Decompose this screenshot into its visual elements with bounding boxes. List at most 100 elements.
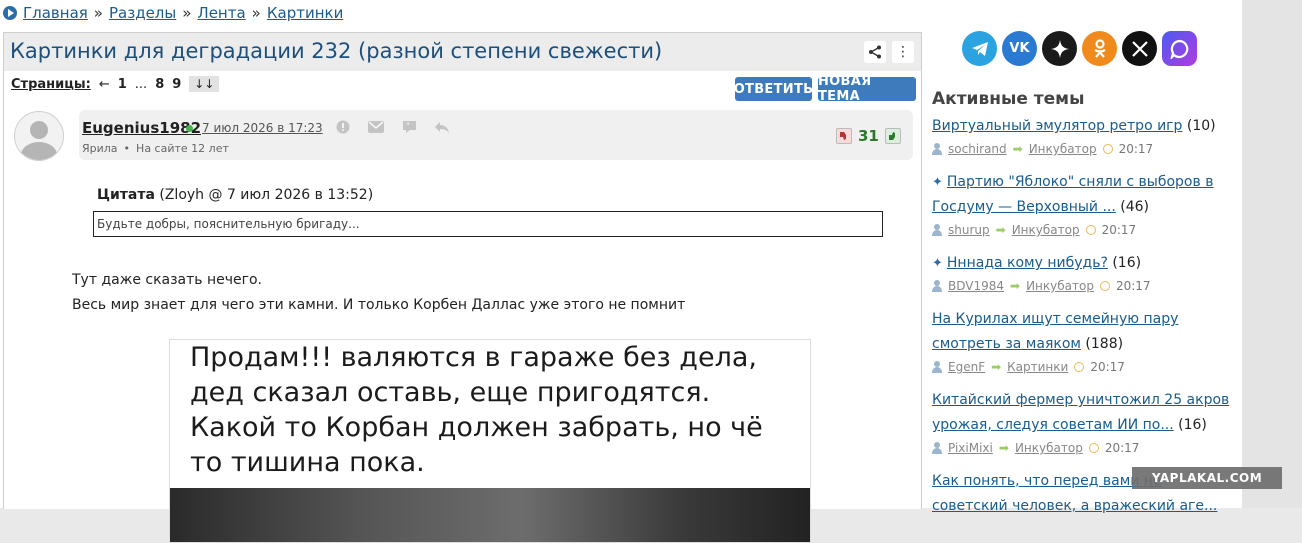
vote-down-button[interactable]: [836, 128, 852, 144]
breadcrumb-feed[interactable]: Лента: [197, 4, 245, 22]
share-icon: [869, 45, 881, 59]
active-topic-link[interactable]: Виртуальный эмулятор ретро игр: [932, 118, 1182, 134]
topic-time: 20:17: [1115, 279, 1151, 293]
clock-icon: [1102, 144, 1113, 154]
more-menu-button[interactable]: ⋮: [892, 41, 914, 63]
pin-icon: ✦: [932, 175, 943, 190]
topic-section[interactable]: Картинки: [1007, 360, 1068, 374]
active-topic: На Курилах ищут семейную пару смотреть з…: [932, 307, 1232, 357]
message-icon[interactable]: [368, 119, 384, 135]
user-icon: [932, 361, 942, 373]
breadcrumb-separator: »: [93, 4, 103, 22]
active-topic: Виртуальный эмулятор ретро игр (10): [932, 114, 1232, 139]
breadcrumb-pictures[interactable]: Картинки: [267, 4, 343, 22]
active-topic-meta: PixiMixi ➡ Инкубатор 20:17: [932, 441, 1139, 455]
author-meta: Ярила • На сайте 12 лет: [82, 142, 229, 155]
pagination-page-8[interactable]: 8: [155, 77, 164, 92]
user-icon: [932, 442, 942, 454]
topic-time: 20:17: [1104, 441, 1140, 455]
active-topic: Китайский фермер уничтожил 25 акров урож…: [932, 388, 1232, 438]
reply-button[interactable]: ОТВЕТИТЬ: [734, 77, 813, 101]
breadcrumb-home[interactable]: Главная: [23, 4, 88, 22]
topic-author[interactable]: shurup: [948, 223, 990, 237]
active-topic-count: (10): [1186, 118, 1216, 134]
jump-to-end-button[interactable]: ↓↓: [189, 76, 220, 92]
topic-time: 20:17: [1101, 223, 1137, 237]
author-rank: Ярила: [82, 142, 118, 155]
topic-author[interactable]: BDV1984: [948, 279, 1004, 293]
thumbs-down-icon: [840, 132, 846, 140]
user-icon: [932, 224, 942, 236]
quote-icon[interactable]: ": [401, 119, 417, 135]
breadcrumb-separator: »: [251, 4, 261, 22]
post-rating: 31: [836, 127, 901, 145]
author-tenure: На сайте 12 лет: [136, 142, 229, 155]
image-photo-area: [170, 488, 810, 542]
arrow-right-icon: ➡: [998, 441, 1009, 455]
topic-section[interactable]: Инкубатор: [1012, 223, 1080, 237]
topic-header: Картинки для деградации 232 (разной степ…: [4, 33, 921, 71]
post-date[interactable]: 7 июл 2026 в 17:23: [202, 121, 323, 135]
pagination-label: Страницы:: [11, 76, 91, 92]
active-topic-link[interactable]: Партию "Яблоко" сняли с выборов в Госдум…: [932, 174, 1213, 215]
right-gutter: [1242, 0, 1302, 508]
active-topic-meta: EgenF ➡ Картинки 20:17: [932, 360, 1125, 374]
active-topic: ✦ Партию "Яблоко" сняли с выборов в Госду…: [932, 170, 1232, 220]
post-text-line: Весь мир знает для чего эти камни. И тол…: [72, 297, 686, 313]
clock-icon: [1085, 225, 1096, 235]
online-status-icon: [186, 125, 193, 132]
report-icon[interactable]: [335, 119, 351, 135]
active-topic-link[interactable]: Нннада кому нибудь?: [947, 255, 1108, 271]
topic-author[interactable]: sochirand: [948, 142, 1007, 156]
sidebar: VK Активные темы Виртуальный эмулятор ре…: [928, 0, 1242, 514]
topic-time: 20:17: [1118, 142, 1154, 156]
meta-separator: •: [123, 142, 131, 155]
play-circle-icon: [3, 6, 17, 20]
site-watermark: YAPLAKAL.COM: [1132, 467, 1282, 489]
post-image[interactable]: Продам!!! валяются в гараже без дела, де…: [169, 339, 811, 543]
topic-container: Картинки для деградации 232 (разной степ…: [3, 32, 922, 543]
active-topic-link[interactable]: На Курилах ищут семейную пару смотреть з…: [932, 311, 1178, 352]
post-body: Тут даже сказать нечего. Весь мир знает …: [72, 268, 685, 318]
star-icon[interactable]: [1042, 31, 1077, 66]
clock-icon: [1099, 281, 1110, 291]
topic-section[interactable]: Инкубатор: [1026, 279, 1094, 293]
new-topic-button[interactable]: НОВАЯ ТЕМА: [818, 74, 916, 104]
topic-author[interactable]: PixiMixi: [948, 441, 993, 455]
svg-text:": ": [406, 122, 410, 131]
post-author[interactable]: Eugenius1982: [82, 119, 201, 137]
image-caption: Продам!!! валяются в гараже без дела, де…: [190, 342, 763, 478]
active-topic: ✦ Нннада кому нибудь? (16): [932, 251, 1232, 276]
active-topic-meta: BDV1984 ➡ Инкубатор 20:17: [932, 279, 1151, 293]
arrow-right-icon: ➡: [1010, 279, 1021, 293]
active-topic-meta: shurup ➡ Инкубатор 20:17: [932, 223, 1136, 237]
active-topics-title: Активные темы: [932, 89, 1085, 109]
topic-section[interactable]: Инкубатор: [1029, 142, 1097, 156]
vk-icon[interactable]: VK: [1002, 31, 1037, 66]
post-score: 31: [858, 127, 879, 145]
active-topic-count: (16): [1178, 417, 1207, 433]
arrow-right-icon: ➡: [991, 360, 1002, 374]
topic-section[interactable]: Инкубатор: [1015, 441, 1083, 455]
topic-author[interactable]: EgenF: [948, 360, 985, 374]
x-icon[interactable]: [1122, 31, 1157, 66]
odnoklassniki-icon[interactable]: [1082, 31, 1117, 66]
share-button[interactable]: [864, 41, 886, 63]
kebab-icon: ⋮: [896, 44, 910, 60]
post-text-line: Тут даже сказать нечего.: [72, 272, 263, 288]
pagination-prev[interactable]: ←: [99, 77, 110, 92]
pagination: Страницы: ← 1 ... 8 9 ↓↓: [11, 76, 220, 92]
pagination-page-1[interactable]: 1: [118, 77, 127, 92]
pagination-page-9[interactable]: 9: [172, 77, 181, 92]
breadcrumb-sections[interactable]: Разделы: [109, 4, 176, 22]
breadcrumb-separator: »: [182, 4, 192, 22]
clock-icon: [1088, 443, 1099, 453]
avatar[interactable]: [14, 111, 64, 161]
reply-arrow-icon[interactable]: [434, 119, 450, 135]
quote-label: Цитата: [97, 187, 155, 203]
telegram-icon[interactable]: [962, 31, 997, 66]
vote-up-button[interactable]: [884, 128, 901, 144]
topic-time: 20:17: [1090, 360, 1125, 374]
max-icon[interactable]: [1162, 31, 1197, 66]
user-icon: [932, 143, 942, 155]
